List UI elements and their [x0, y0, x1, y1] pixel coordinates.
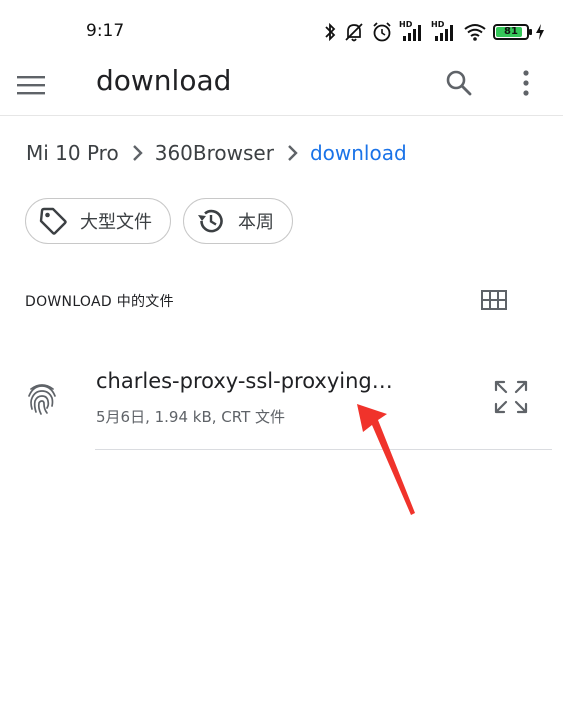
- file-name: charles-proxy-ssl-proxying…: [96, 369, 393, 393]
- status-time: 9:17: [86, 21, 125, 41]
- list-divider: [95, 449, 552, 450]
- bluetooth-icon: [325, 22, 336, 42]
- chevron-right-icon: [132, 145, 143, 161]
- wifi-icon: [464, 24, 486, 41]
- chip-large-files[interactable]: 大型文件: [25, 198, 171, 244]
- app-bar: download: [0, 62, 563, 116]
- annotation-arrow-icon: [357, 404, 415, 515]
- fingerprint-icon: [26, 380, 58, 416]
- search-icon: [446, 70, 472, 96]
- alarm-icon: [373, 22, 391, 42]
- section-title: DOWNLOAD 中的文件: [25, 294, 174, 310]
- file-meta: 5月6日, 1.94 kB, CRT 文件: [96, 408, 286, 426]
- file-list-item[interactable]: charles-proxy-ssl-proxying… 5月6日, 1.94 k…: [0, 350, 563, 450]
- menu-icon: [17, 76, 45, 95]
- charging-icon: [536, 24, 544, 40]
- breadcrumb-separator: [274, 144, 310, 162]
- grid-view-icon: [481, 290, 507, 310]
- battery-icon: 81: [493, 24, 532, 40]
- menu-button[interactable]: [14, 68, 48, 102]
- tag-icon: [38, 206, 68, 236]
- breadcrumb-item-device[interactable]: Mi 10 Pro: [26, 141, 119, 165]
- chip-label: 大型文件: [80, 212, 152, 233]
- more-vert-icon: [523, 70, 529, 96]
- chip-label: 本周: [238, 212, 274, 233]
- status-icons: HD HD 81: [323, 18, 545, 46]
- hd-signal-icon: HD: [399, 21, 425, 43]
- breadcrumb: Mi 10 Pro 360Browser download: [26, 138, 407, 168]
- expand-icon: [494, 380, 528, 414]
- history-icon: [196, 206, 226, 236]
- page-title: download: [96, 64, 232, 97]
- hd-signal-icon: HD: [431, 21, 457, 43]
- breadcrumb-item-current[interactable]: download: [310, 141, 407, 165]
- silent-icon: [345, 23, 363, 42]
- filter-chips: 大型文件 本周: [25, 198, 293, 244]
- chip-this-week[interactable]: 本周: [183, 198, 293, 244]
- grid-view-button[interactable]: [480, 287, 508, 313]
- search-button[interactable]: [442, 66, 476, 100]
- expand-preview-button[interactable]: [492, 378, 530, 416]
- more-options-button[interactable]: [512, 66, 540, 100]
- battery-level: 81: [504, 26, 518, 37]
- breadcrumb-separator: [119, 144, 155, 162]
- breadcrumb-item-folder[interactable]: 360Browser: [155, 141, 274, 165]
- status-bar: 9:17 HD HD 81: [0, 0, 563, 62]
- chevron-right-icon: [288, 145, 298, 161]
